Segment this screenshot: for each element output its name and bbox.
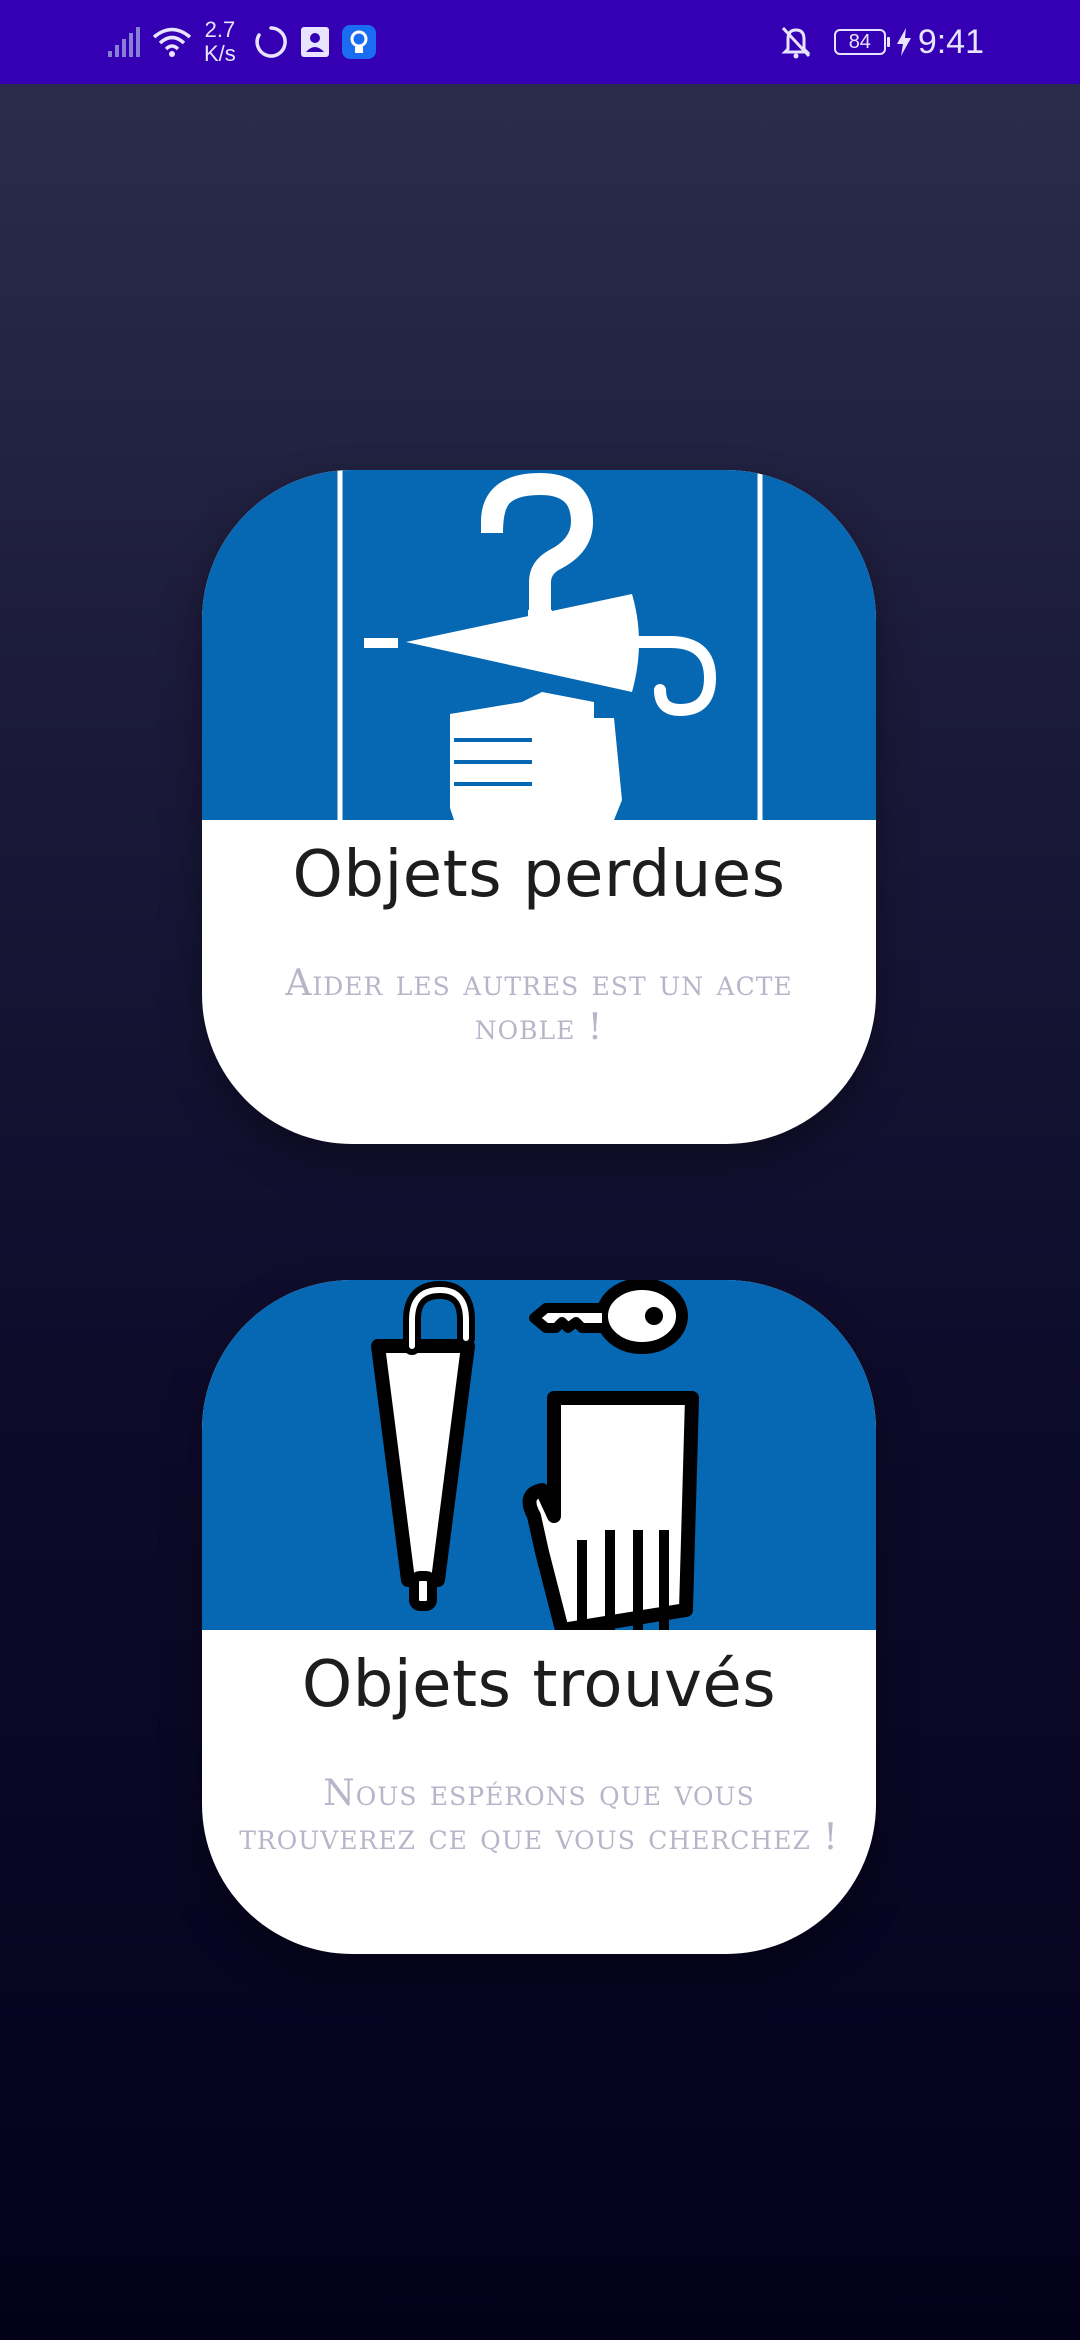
found-items-title: Objets trouvés xyxy=(301,1648,777,1722)
lightbulb-icon xyxy=(341,25,376,59)
lost-items-subtitle: Aider les autres est un acte noble ! xyxy=(285,963,793,1048)
bell-off-icon xyxy=(781,26,811,59)
wifi-icon xyxy=(152,27,192,57)
network-speed: 2.7 K/s xyxy=(204,18,236,66)
found-items-illustration xyxy=(202,1280,876,1630)
status-bar: 2.7 K/s 84 9:41 xyxy=(0,0,1080,84)
found-items-umbrella-key-glove-icon xyxy=(371,1280,699,1630)
battery-icon: 84 xyxy=(833,29,890,55)
charging-icon xyxy=(896,28,911,56)
network-speed-unit: K/s xyxy=(204,41,236,66)
battery-level: 84 xyxy=(848,31,871,53)
contact-card-icon xyxy=(300,27,329,57)
found-items-card[interactable]: Objets trouvés Nous espérons que vous tr… xyxy=(202,1280,876,1954)
lost-items-umbrella-question-icon xyxy=(337,470,763,820)
clock: 9:41 xyxy=(917,22,984,61)
lost-items-title: Objets perdues xyxy=(292,838,786,912)
lost-items-illustration xyxy=(202,470,876,820)
status-bar-right: 84 9:41 xyxy=(780,0,984,84)
status-bar-left: 2.7 K/s xyxy=(108,0,376,84)
network-speed-value: 2.7 xyxy=(204,17,236,42)
found-items-subtitle: Nous espérons que vous trouverez ce que … xyxy=(239,1773,839,1858)
lost-items-card[interactable]: Objets perdues Aider les autres est un a… xyxy=(202,470,876,1144)
sync-icon xyxy=(255,26,287,58)
signal-icon xyxy=(108,27,140,57)
